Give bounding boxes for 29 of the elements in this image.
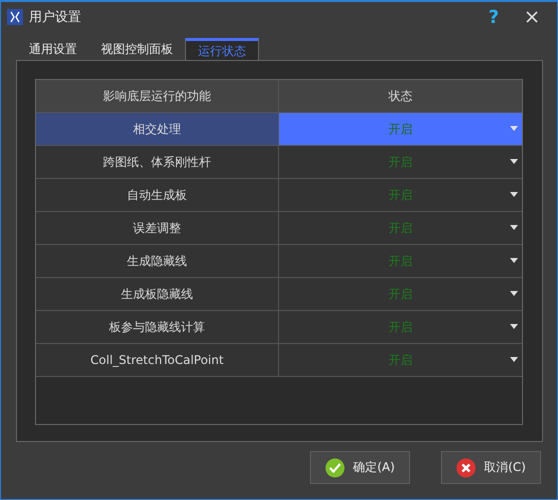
check-icon: [325, 458, 346, 478]
close-icon[interactable]: [525, 10, 539, 24]
caret-icon: [510, 324, 518, 329]
caret-icon: [510, 126, 518, 131]
feature-cell[interactable]: 跨图纸、体系刚性杆: [36, 146, 279, 178]
feature-cell[interactable]: 生成板隐藏线: [36, 278, 279, 310]
feature-cell[interactable]: Coll_StretchToCalPoint: [36, 344, 279, 376]
window-title: 用户设置: [29, 9, 82, 26]
feature-cell[interactable]: 自动生成板: [36, 179, 279, 211]
caret-icon: [510, 291, 518, 296]
caret-icon: [510, 258, 518, 263]
tab[interactable]: 通用设置: [17, 38, 89, 60]
caret-icon: [510, 159, 518, 164]
caret-icon: [510, 357, 518, 362]
feature-cell[interactable]: 误差调整: [36, 212, 279, 244]
caret-icon: [510, 192, 518, 197]
help-button[interactable]: ?: [482, 6, 505, 28]
column-header: 状态: [388, 88, 414, 104]
feature-cell[interactable]: 相交处理: [36, 113, 279, 145]
close-icon: [456, 458, 476, 478]
ok-button[interactable]: 确定(A): [310, 451, 410, 484]
app-logo-icon: [7, 9, 23, 25]
caret-icon: [510, 225, 518, 230]
feature-cell[interactable]: 板参与隐藏线计算: [36, 311, 279, 343]
column-header: 影响底层运行的功能: [36, 80, 279, 112]
cancel-button[interactable]: 取消(C): [441, 451, 541, 484]
feature-cell[interactable]: 生成隐藏线: [36, 245, 279, 277]
tab[interactable]: 视图控制面板: [89, 38, 185, 60]
tab[interactable]: 运行状态: [185, 38, 259, 61]
